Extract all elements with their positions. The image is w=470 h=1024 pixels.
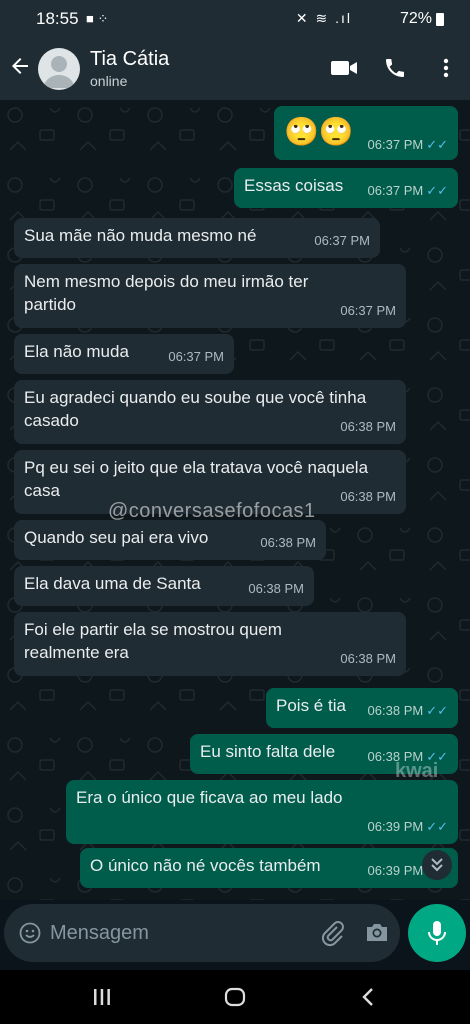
message-time: 06:38 PM — [340, 489, 396, 504]
message-text: Pois é tia — [276, 696, 346, 715]
message-bubble-incoming[interactable]: Ela dava uma de Santa 06:38 PM — [14, 566, 314, 606]
message-time: 06:38 PM — [248, 581, 304, 596]
avatar[interactable] — [38, 48, 80, 90]
read-ticks-icon: ✓✓ — [426, 137, 448, 152]
battery-icon — [436, 13, 444, 26]
more-options-icon[interactable] — [438, 56, 454, 80]
system-icons: ✕ ≋ .ıl — [295, 10, 352, 26]
back-nav-icon[interactable] — [358, 985, 378, 1009]
double-chevron-down-icon — [431, 858, 443, 872]
system-navigation-bar — [0, 970, 470, 1024]
emoji-icon[interactable] — [18, 921, 42, 945]
message-bubble-incoming[interactable]: Eu agradeci quando eu soube que você tin… — [14, 380, 406, 444]
attach-icon[interactable] — [318, 919, 346, 947]
notification-icons: ■ ⁘ — [86, 11, 109, 26]
message-composer[interactable]: Mensagem — [4, 904, 400, 962]
message-bubble-outgoing[interactable]: Pois é tia 06:38 PM ✓✓ — [266, 688, 458, 728]
message-text: Eu agradeci quando eu soube que você tin… — [24, 388, 367, 430]
message-bubble-outgoing[interactable]: Era o único que ficava ao meu lado 06:39… — [66, 780, 458, 844]
home-icon[interactable] — [223, 985, 247, 1009]
kwai-logo: kwai — [395, 760, 439, 782]
message-time: 06:37 PM — [367, 183, 424, 198]
message-text: Era o único que ficava ao meu lado — [76, 788, 343, 807]
message-text: Pq eu sei o jeito que ela tratava você n… — [24, 458, 369, 500]
read-ticks-icon: ✓✓ — [426, 819, 448, 834]
message-time: 06:39 PM — [367, 863, 424, 878]
chat-area[interactable]: 🙄🙄 06:37 PM ✓✓ Essas coisas 06:37 PM ✓✓ Su… — [0, 100, 470, 900]
read-ticks-icon: ✓✓ — [426, 183, 448, 198]
message-bubble-outgoing[interactable]: 🙄🙄 06:37 PM ✓✓ — [274, 106, 458, 160]
battery-level: 72% — [399, 10, 432, 27]
status-bar: 18:55 ■ ⁘ ✕ ≋ .ıl 72% — [0, 0, 470, 38]
scroll-down-button[interactable] — [422, 850, 452, 880]
read-ticks-icon: ✓✓ — [426, 703, 448, 718]
message-time: 06:37 PM — [314, 233, 370, 248]
message-text: Nem mesmo depois do meu irmão ter partid… — [24, 272, 309, 314]
message-text: Ela dava uma de Santa — [24, 574, 201, 593]
recent-apps-icon[interactable] — [92, 987, 112, 1007]
message-time: 06:38 PM — [260, 535, 316, 550]
message-text: O único não né vocês também — [90, 856, 321, 875]
camera-icon[interactable] — [364, 920, 390, 944]
back-arrow-icon[interactable] — [8, 54, 32, 78]
message-bubble-outgoing[interactable]: Essas coisas 06:37 PM ✓✓ — [234, 168, 458, 208]
message-text: Eu sinto falta dele — [200, 742, 336, 761]
message-text: Sua mãe não muda mesmo né — [24, 226, 257, 245]
status-time: 18:55 — [36, 9, 79, 28]
message-time: 06:38 PM — [340, 651, 396, 666]
message-text: Essas coisas — [244, 176, 344, 195]
message-time: 06:37 PM — [340, 303, 396, 318]
message-text: Foi ele partir ela se mostrou quem realm… — [24, 620, 282, 662]
message-time: 06:39 PM — [367, 819, 424, 834]
message-text: Ela não muda — [24, 342, 129, 361]
message-time: 06:38 PM — [340, 419, 396, 434]
chat-header: Tia Cátia online — [0, 38, 470, 100]
message-bubble-incoming[interactable]: Ela não muda 06:37 PM — [14, 334, 234, 374]
video-call-icon[interactable] — [330, 56, 358, 80]
message-bubble-incoming[interactable]: Sua mãe não muda mesmo né 06:37 PM — [14, 218, 380, 258]
message-bubble-outgoing[interactable]: O único não né vocês também 06:39 PM✓✓ — [80, 848, 458, 888]
contact-name[interactable]: Tia Cátia — [90, 48, 169, 71]
message-time: 06:37 PM — [367, 137, 424, 152]
message-bubble-incoming[interactable]: Nem mesmo depois do meu irmão ter partid… — [14, 264, 406, 328]
message-text: Quando seu pai era vivo — [24, 528, 209, 547]
message-input[interactable]: Mensagem — [50, 922, 149, 945]
contact-status: online — [90, 73, 128, 89]
message-bubble-incoming[interactable]: Quando seu pai era vivo 06:38 PM — [14, 520, 326, 560]
watermark-text: @conversasefofocas1 — [108, 500, 316, 522]
microphone-icon — [428, 921, 446, 945]
default-avatar-icon — [43, 56, 75, 88]
message-time: 06:37 PM — [168, 349, 224, 364]
message-bubble-incoming[interactable]: Foi ele partir ela se mostrou quem realm… — [14, 612, 406, 676]
voice-call-icon[interactable] — [383, 56, 407, 80]
message-emoji: 🙄🙄 — [284, 116, 354, 147]
message-time: 06:38 PM — [367, 703, 424, 718]
mic-button[interactable] — [408, 904, 466, 962]
